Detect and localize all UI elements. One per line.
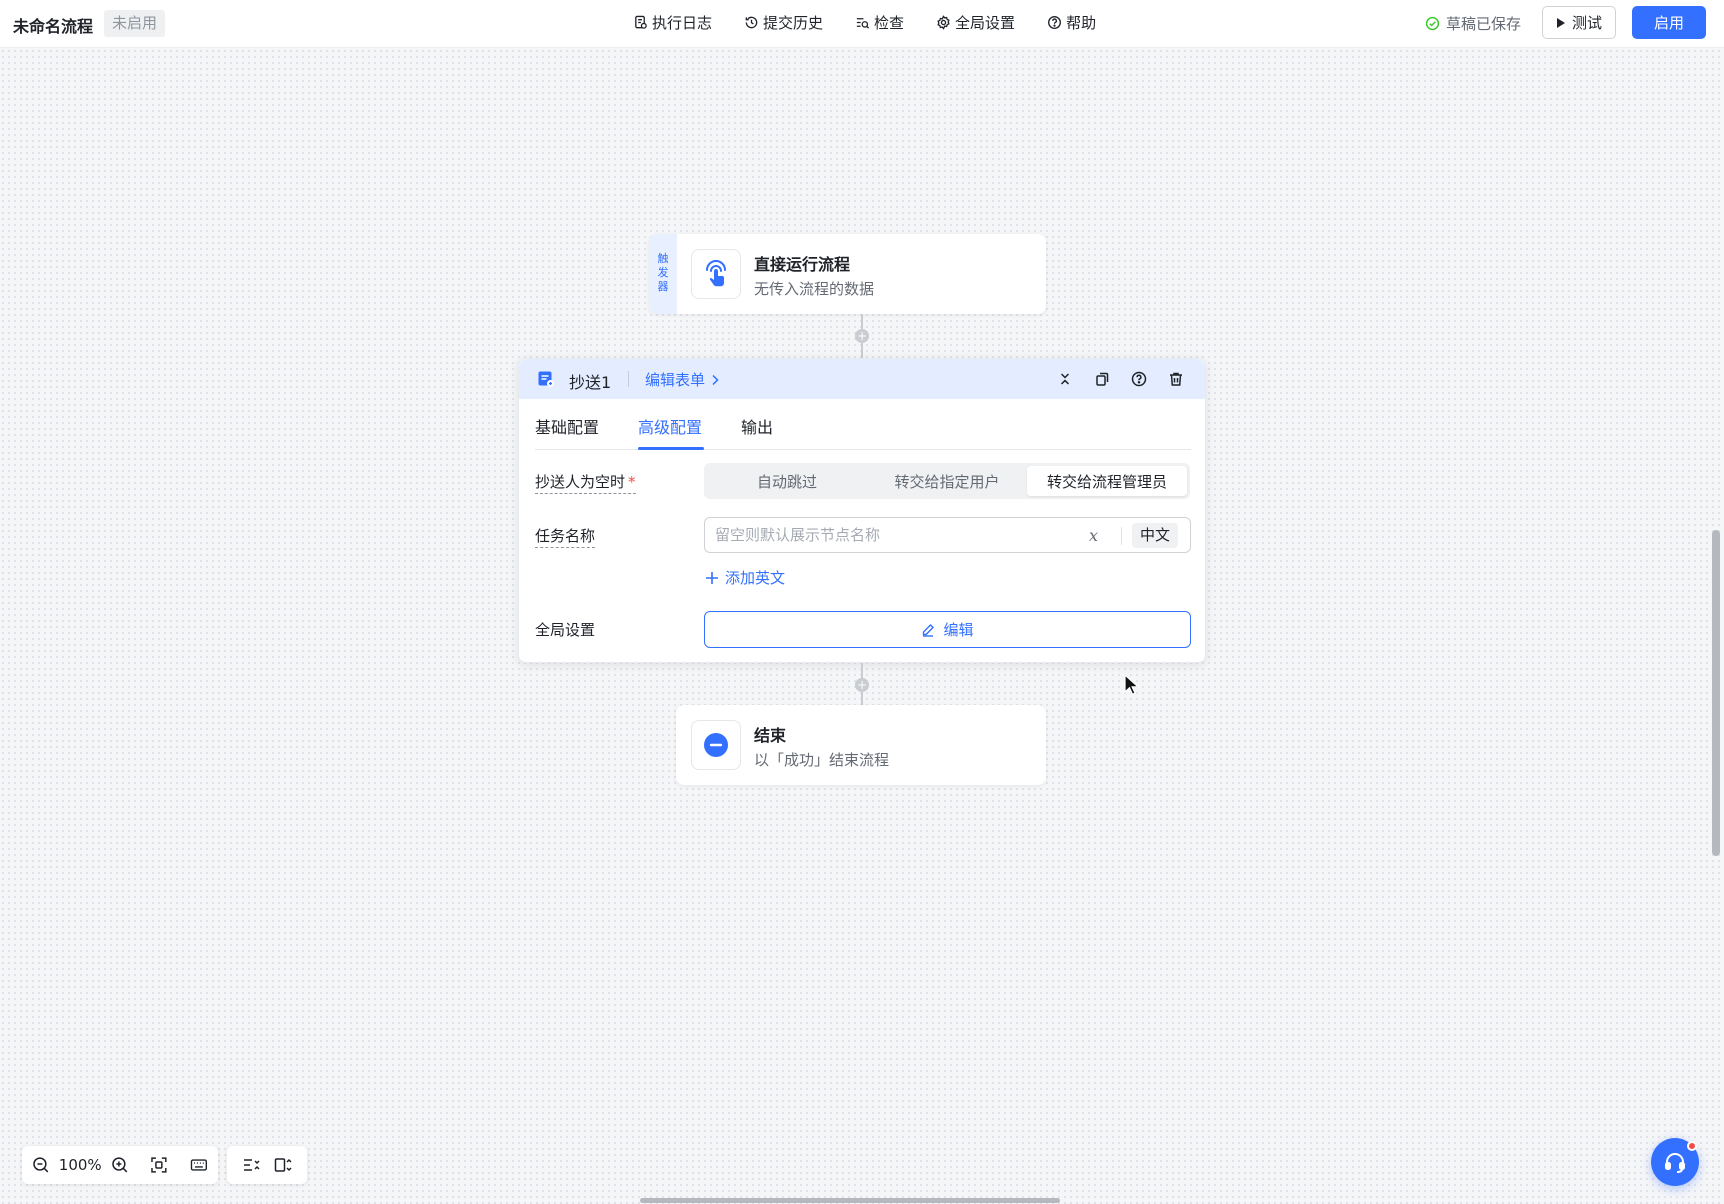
task-name-field: x 中文 <box>704 517 1191 553</box>
zoom-in-icon[interactable] <box>111 1156 129 1174</box>
edit-global-button[interactable]: 编辑 <box>704 611 1191 648</box>
variable-icon[interactable]: x <box>1089 526 1098 545</box>
vertical-scrollbar[interactable] <box>1712 530 1720 856</box>
trigger-subtitle: 无传入流程的数据 <box>754 280 875 298</box>
language-select[interactable]: 中文 <box>1132 523 1179 548</box>
nav-label: 执行日志 <box>652 14 713 32</box>
top-bar: 未命名流程 未启用 执行日志 提交历史 检查 全局设置 帮助 草稿已保存 测试 … <box>0 0 1724 48</box>
help-icon <box>1048 16 1062 29</box>
gear-icon <box>937 15 950 30</box>
check-circle-icon <box>1425 16 1440 31</box>
inspect-icon <box>856 18 870 29</box>
enable-button[interactable]: 启用 <box>1632 6 1706 39</box>
keyboard-icon[interactable] <box>190 1156 208 1174</box>
nav-help[interactable]: 帮助 <box>1047 12 1096 33</box>
mouse-cursor-icon <box>1124 674 1140 696</box>
pencil-icon <box>923 623 935 637</box>
end-title: 结束 <box>754 726 787 745</box>
add-node-button[interactable]: + <box>855 678 869 692</box>
plus-icon <box>706 571 718 584</box>
divider <box>1121 527 1122 545</box>
add-node-button[interactable]: + <box>855 329 869 343</box>
nav-submit-history[interactable]: 提交历史 <box>744 12 823 33</box>
edit-form-link[interactable]: 编辑表单 <box>645 369 719 390</box>
auto-layout-icon[interactable] <box>242 1156 260 1174</box>
test-button-label: 测试 <box>1571 14 1602 32</box>
trigger-title: 直接运行流程 <box>754 255 851 274</box>
flow-title[interactable]: 未命名流程 <box>13 13 93 37</box>
edit-global-label: 编辑 <box>943 621 974 639</box>
expand-panel-icon[interactable] <box>274 1156 292 1174</box>
nav-label: 帮助 <box>1066 14 1097 32</box>
fit-view-icon[interactable] <box>150 1156 168 1174</box>
chevron-right-icon <box>712 374 719 385</box>
play-icon <box>1556 17 1565 28</box>
nav-label: 检查 <box>874 14 905 32</box>
minus-circle-icon <box>704 733 728 757</box>
active-tab-indicator <box>638 447 704 450</box>
headset-icon <box>1665 1153 1685 1173</box>
tab-advanced-config[interactable]: 高级配置 <box>638 414 702 438</box>
empty-cc-segmented-control: 自动跳过 转交给指定用户 转交给流程管理员 <box>704 463 1190 499</box>
edit-form-label: 编辑表单 <box>645 371 706 389</box>
notification-dot <box>1687 1141 1697 1151</box>
save-status-text: 草稿已保存 <box>1446 15 1522 33</box>
zoom-out-icon[interactable] <box>32 1156 50 1174</box>
add-english-button[interactable]: 添加英文 <box>705 567 785 588</box>
trigger-tag-text: 触发器 <box>657 252 669 293</box>
divider <box>628 371 629 387</box>
panel-tabs: 基础配置 高级配置 输出 <box>535 414 1191 450</box>
log-icon <box>635 15 647 29</box>
empty-cc-label: 抄送人为空时 * <box>535 471 636 494</box>
end-icon-box <box>691 720 741 770</box>
panel-title[interactable]: 抄送1 <box>569 369 611 393</box>
trigger-tag: 触发器 <box>649 234 677 314</box>
tap-hand-icon <box>706 260 726 287</box>
status-badge: 未启用 <box>104 10 166 37</box>
history-icon <box>745 16 758 29</box>
nav-label: 提交历史 <box>763 14 824 32</box>
horizontal-scrollbar[interactable] <box>640 1198 1060 1203</box>
required-mark: * <box>628 473 636 491</box>
save-status: 草稿已保存 <box>1425 13 1521 34</box>
nav-execution-log[interactable]: 执行日志 <box>633 12 712 33</box>
tab-basic-config[interactable]: 基础配置 <box>535 414 599 438</box>
trigger-icon-box <box>691 249 741 299</box>
nav-label: 全局设置 <box>955 14 1016 32</box>
end-subtitle: 以「成功」结束流程 <box>754 751 890 769</box>
end-node[interactable]: 结束 以「成功」结束流程 <box>676 705 1046 785</box>
layout-controls <box>227 1146 307 1184</box>
nav-inspect[interactable]: 检查 <box>855 12 904 33</box>
add-english-label: 添加英文 <box>725 569 786 587</box>
panel-header: 抄送1 编辑表单 <box>519 359 1205 399</box>
global-settings-label: 全局设置 <box>535 621 596 639</box>
zoom-controls: 100% <box>22 1146 218 1184</box>
collapse-icon[interactable] <box>1056 370 1074 388</box>
cc-node-panel: 抄送1 编辑表单 基础配置 高级配置 输出 抄送人为空时 * 自动跳过 转交给指定… <box>518 358 1206 663</box>
task-name-label: 任务名称 <box>535 525 596 548</box>
top-nav: 执行日志 提交历史 检查 全局设置 帮助 <box>633 12 1096 33</box>
form-icon <box>538 371 554 387</box>
test-button[interactable]: 测试 <box>1542 6 1616 39</box>
panel-actions <box>1056 370 1185 388</box>
zoom-level[interactable]: 100% <box>59 1156 102 1174</box>
trigger-node[interactable]: 触发器 直接运行流程 无传入流程的数据 <box>649 234 1046 314</box>
help-circle-icon[interactable] <box>1130 370 1148 388</box>
option-transfer-user[interactable]: 转交给指定用户 <box>867 466 1027 496</box>
nav-global-settings[interactable]: 全局设置 <box>936 12 1015 33</box>
trash-icon[interactable] <box>1167 370 1185 388</box>
task-name-input[interactable] <box>715 524 1075 546</box>
copy-icon[interactable] <box>1093 370 1111 388</box>
option-transfer-admin[interactable]: 转交给流程管理员 <box>1027 466 1187 496</box>
option-auto-skip[interactable]: 自动跳过 <box>707 466 867 496</box>
tab-output[interactable]: 输出 <box>741 414 773 438</box>
empty-cc-label-text: 抄送人为空时 <box>535 473 626 491</box>
